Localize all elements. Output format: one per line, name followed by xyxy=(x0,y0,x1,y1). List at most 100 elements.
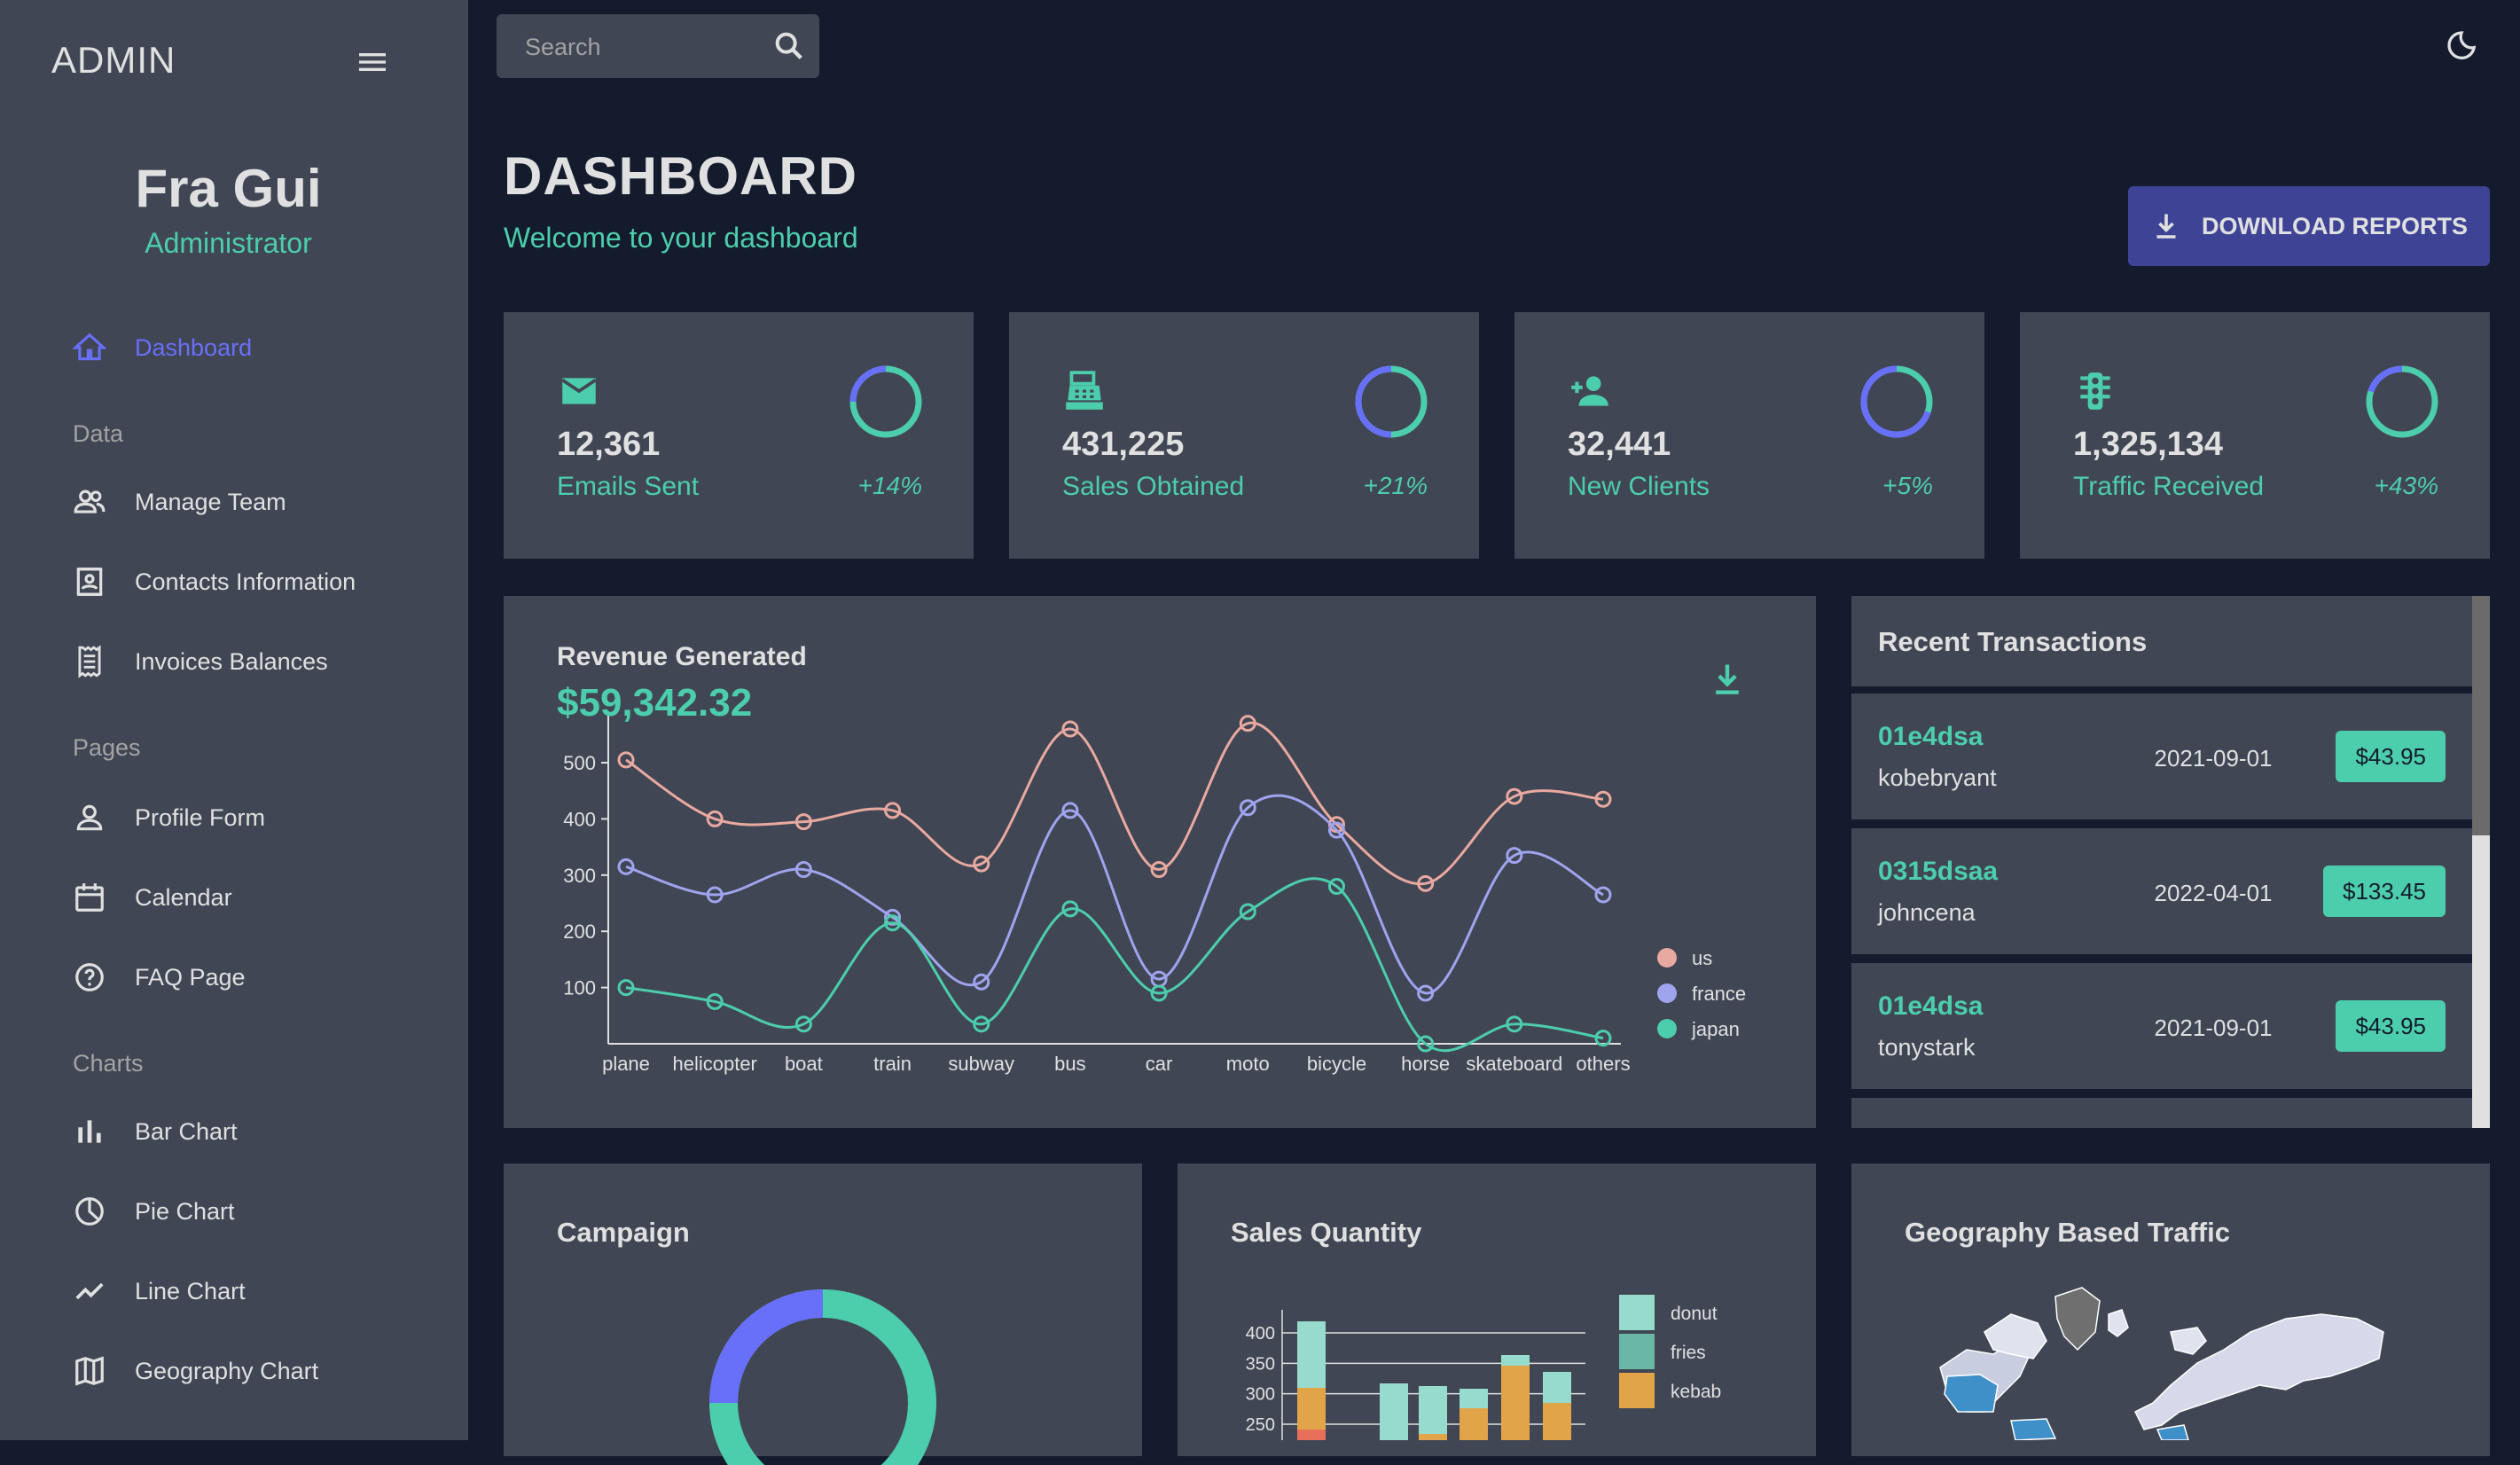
revenue-value: $59,342.32 xyxy=(557,681,753,725)
x-tick-label: boat xyxy=(785,1053,823,1075)
sidebar-item-calendar[interactable]: Calendar xyxy=(73,871,445,924)
sidebar-item-label: Pie Chart xyxy=(135,1197,235,1225)
progress-circle xyxy=(849,365,922,438)
legend-swatch xyxy=(1619,1334,1655,1369)
x-tick-label: horse xyxy=(1401,1053,1450,1075)
y-tick-label: 300 xyxy=(563,865,596,887)
x-tick-label: train xyxy=(873,1053,912,1075)
stat-increase: +21% xyxy=(1363,472,1428,499)
user-role: Administrator xyxy=(145,227,312,259)
page-title: DASHBOARD xyxy=(504,146,857,206)
transactions-title: Recent Transactions xyxy=(1878,626,2148,657)
geography-card: Geography Based Traffic xyxy=(1851,1163,2490,1456)
point-of-sale-icon xyxy=(1062,369,1107,413)
contacts-icon xyxy=(73,555,135,608)
y-tick-label: 400 xyxy=(1246,1324,1275,1344)
sidebar-item-contacts[interactable]: Contacts Information xyxy=(73,555,445,608)
bar-segment xyxy=(1419,1434,1447,1440)
revenue-title: Revenue Generated xyxy=(557,642,807,671)
sidebar-item-bar-chart[interactable]: Bar Chart xyxy=(73,1105,445,1158)
campaign-progress-arc xyxy=(709,1289,824,1404)
stat-increase: +14% xyxy=(857,472,922,499)
download-reports-label: DOWNLOAD REPORTS xyxy=(2202,212,2468,239)
geography-title: Geography Based Traffic xyxy=(1905,1217,2230,1248)
bar-chart-icon xyxy=(73,1105,135,1158)
sidebar-item-label: Bar Chart xyxy=(135,1117,238,1145)
legend-swatch xyxy=(1657,983,1677,1003)
transaction-row xyxy=(1851,1098,2472,1128)
stat-label: Traffic Received xyxy=(2073,472,2265,501)
transaction-id: 01e4dsa xyxy=(1878,722,1984,751)
people-icon xyxy=(73,475,135,529)
sidebar-item-pie-chart[interactable]: Pie Chart xyxy=(73,1185,445,1238)
receipt-icon xyxy=(73,635,135,688)
sales-quantity-card: Sales Quantity 250 300 350 400 donut fries keb… xyxy=(1178,1163,1816,1456)
transaction-user: tonystark xyxy=(1878,1034,1976,1061)
legend-swatch xyxy=(1657,1019,1677,1038)
section-pages: Pages xyxy=(73,734,141,761)
download-reports-button[interactable]: DOWNLOAD REPORTS xyxy=(2128,186,2490,266)
sidebar-item-line-chart[interactable]: Line Chart xyxy=(73,1265,445,1318)
download-icon[interactable] xyxy=(1708,660,1747,699)
stat-label: Sales Obtained xyxy=(1062,472,1245,501)
sidebar-item-manage-team[interactable]: Manage Team xyxy=(73,475,445,529)
sidebar-item-dashboard[interactable]: Dashboard xyxy=(73,321,445,374)
series-line-japan xyxy=(625,877,1604,1053)
search-input[interactable]: Search xyxy=(497,14,819,78)
y-tick-label: 500 xyxy=(563,752,596,774)
legend-label: kebab xyxy=(1671,1382,1721,1402)
search-placeholder: Search xyxy=(525,34,601,60)
legend-label: fries xyxy=(1671,1343,1706,1363)
y-tick-label: 300 xyxy=(1246,1385,1275,1405)
stat-card-sales: 431,225 Sales Obtained +21% xyxy=(1009,312,1479,559)
sidebar-item-label: Geography Chart xyxy=(135,1357,319,1384)
bar-segment xyxy=(1460,1408,1488,1440)
stat-label: Emails Sent xyxy=(557,472,700,501)
campaign-title: Campaign xyxy=(557,1217,690,1248)
transaction-cost: $133.45 xyxy=(2323,866,2446,917)
stat-label: New Clients xyxy=(1568,472,1710,501)
sidebar-item-label: Contacts Information xyxy=(135,568,356,595)
sidebar-item-faq[interactable]: FAQ Page xyxy=(73,951,445,1004)
x-tick-label: subway xyxy=(948,1053,1014,1075)
transaction-date: 2022-04-01 xyxy=(2154,880,2273,906)
x-tick-label: helicopter xyxy=(672,1053,756,1075)
traffic-icon xyxy=(2073,369,2117,413)
stat-value: 12,361 xyxy=(557,426,661,463)
progress-circle xyxy=(1860,365,1933,438)
world-map xyxy=(1939,1287,2384,1440)
x-tick-label: car xyxy=(1146,1053,1173,1075)
legend-label: france xyxy=(1692,983,1746,1005)
bar-segment xyxy=(1501,1355,1530,1366)
bar-segment xyxy=(1419,1386,1447,1434)
scrollbar-thumb[interactable] xyxy=(2472,596,2490,835)
stat-card-clients: 32,441 New Clients +5% xyxy=(1514,312,1984,559)
menu-icon[interactable] xyxy=(355,44,390,80)
sidebar-item-geography-chart[interactable]: Geography Chart xyxy=(73,1344,445,1398)
recent-transactions: Recent Transactions 01e4dsa kobebryant 2… xyxy=(1851,596,2490,1128)
sidebar-item-profile-form[interactable]: Profile Form xyxy=(73,791,445,844)
revenue-card: 100 200 300 400 500 plane helicopter boat train s… xyxy=(504,596,1816,1128)
transaction-row: 01e4dsa tonystark 2021-09-01 $43.95 xyxy=(1851,963,2472,1089)
person-icon xyxy=(73,791,135,844)
stat-value: 1,325,134 xyxy=(2073,426,2224,463)
sidebar-item-label: FAQ Page xyxy=(135,963,246,991)
sidebar-item-label: Line Chart xyxy=(135,1277,246,1304)
help-icon xyxy=(73,951,135,1004)
home-icon xyxy=(73,321,135,374)
dark-mode-icon[interactable] xyxy=(2444,28,2479,64)
legend-label: japan xyxy=(1691,1018,1740,1040)
y-tick-label: 100 xyxy=(563,977,596,999)
transaction-cost: $43.95 xyxy=(2336,1000,2446,1052)
legend-swatch xyxy=(1619,1373,1655,1408)
transactions-header: Recent Transactions xyxy=(1851,596,2472,686)
bar-segment xyxy=(1380,1383,1408,1440)
series-line-us xyxy=(625,721,1604,886)
transactions-scrollbar[interactable] xyxy=(2472,596,2490,1128)
y-tick-label: 250 xyxy=(1246,1415,1275,1435)
revenue-line-chart: 100 200 300 400 500 plane helicopter boat train s… xyxy=(563,711,1746,1075)
search-icon[interactable] xyxy=(771,28,807,64)
sidebar-item-invoices[interactable]: Invoices Balances xyxy=(73,635,445,688)
transaction-user: johncena xyxy=(1878,899,1976,926)
map-icon xyxy=(73,1344,135,1398)
